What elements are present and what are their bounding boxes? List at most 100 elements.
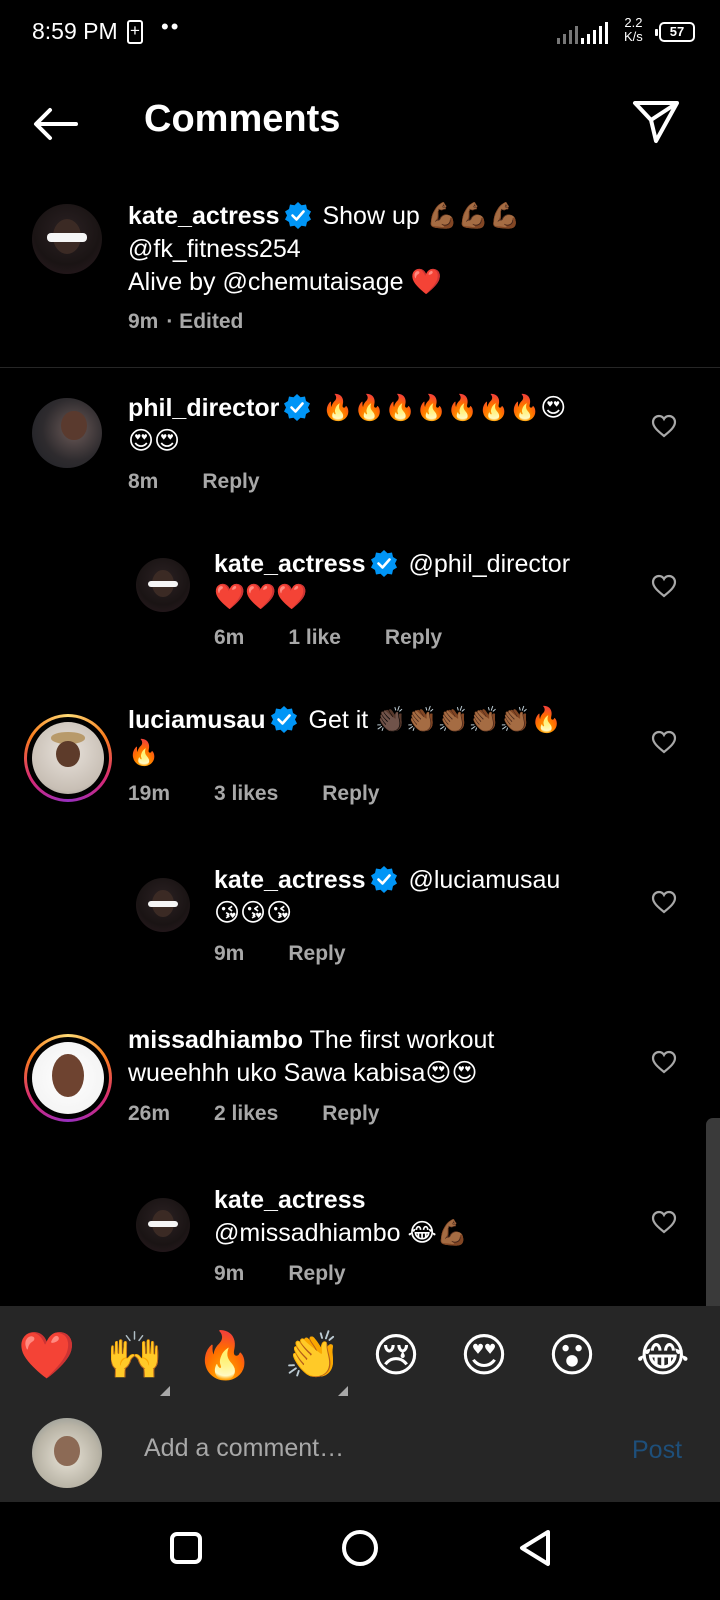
- caption-line2[interactable]: @fk_fitness254: [128, 235, 301, 263]
- avatar[interactable]: [32, 398, 102, 468]
- comment-username[interactable]: luciamusau: [128, 706, 266, 734]
- network-speed-unit: K/s: [624, 29, 643, 44]
- avatar[interactable]: [136, 878, 190, 932]
- comment-body-line2: wueehhh uko Sawa kabisa😍😍: [128, 1059, 478, 1087]
- emoji-surprised-button[interactable]: 😮: [548, 1328, 596, 1382]
- emoji-heart-button[interactable]: ❤️: [18, 1328, 75, 1382]
- avatar[interactable]: [32, 204, 102, 274]
- verified-badge-icon: [270, 706, 297, 733]
- recent-apps-icon[interactable]: [170, 1532, 202, 1564]
- avatar[interactable]: [32, 1042, 104, 1114]
- comment-username[interactable]: phil_director: [128, 394, 279, 422]
- caption-line1: Show up 💪🏾💪🏾💪🏾: [322, 202, 521, 230]
- status-time: 8:59 PM: [32, 18, 118, 44]
- home-icon[interactable]: [342, 1530, 378, 1566]
- reply-button[interactable]: Reply: [288, 1262, 345, 1286]
- comment-meta: 9m Reply: [214, 942, 346, 966]
- like-count[interactable]: 2 likes: [214, 1102, 278, 1126]
- comment-username[interactable]: kate_actress: [214, 866, 366, 894]
- signal-icon: [557, 22, 608, 44]
- post-caption: kate_actress Show up 💪🏾💪🏾💪🏾 @fk_fitness2…: [0, 190, 720, 368]
- reply-button[interactable]: Reply: [288, 942, 345, 966]
- comment-username[interactable]: kate_actress: [214, 550, 366, 578]
- paper-plane-icon[interactable]: [632, 98, 680, 144]
- reply-button[interactable]: Reply: [385, 626, 442, 650]
- comment-meta: 9m Reply: [214, 1262, 346, 1286]
- network-speed-value: 2.2: [624, 15, 643, 30]
- comment: phil_director 🔥🔥🔥🔥🔥🔥🔥😍 😍😍 8m Reply: [0, 368, 720, 518]
- header: Comments: [0, 64, 720, 184]
- comment-text: kate_actress @phil_director ❤️❤️❤️: [214, 548, 634, 614]
- comment-time: 26m: [128, 1102, 171, 1125]
- page-title: Comments: [144, 98, 341, 140]
- avatar[interactable]: [136, 1198, 190, 1252]
- comment-input[interactable]: Add a comment…: [144, 1434, 344, 1463]
- comment-composer: Add a comment… Post: [0, 1404, 720, 1502]
- comment-username[interactable]: missadhiambo: [128, 1026, 303, 1054]
- emoji-fire-button[interactable]: 🔥: [196, 1328, 253, 1382]
- like-count[interactable]: 1 like: [288, 626, 341, 650]
- comment-body: 🔥🔥🔥🔥🔥🔥🔥😍: [322, 394, 567, 422]
- skin-tone-indicator-icon: [160, 1386, 170, 1396]
- comment-text: phil_director 🔥🔥🔥🔥🔥🔥🔥😍 😍😍: [128, 392, 628, 458]
- like-heart-icon[interactable]: [651, 1050, 677, 1074]
- comment-time: 9m: [214, 942, 245, 965]
- like-heart-icon[interactable]: [651, 730, 677, 754]
- comment-meta: 6m 1 like Reply: [214, 626, 442, 650]
- comment-body: @phil_director: [408, 550, 571, 578]
- skin-tone-indicator-icon: [338, 1386, 348, 1396]
- caption-meta: 9m · Edited: [128, 310, 243, 334]
- comment-username[interactable]: kate_actress: [214, 1186, 366, 1214]
- avatar[interactable]: [32, 722, 104, 794]
- emoji-clap-button[interactable]: 👏: [284, 1328, 341, 1382]
- emoji-laughing-button[interactable]: 😂: [636, 1328, 690, 1382]
- like-heart-icon[interactable]: [651, 574, 677, 598]
- post-button[interactable]: Post: [632, 1436, 682, 1465]
- verified-badge-icon: [370, 866, 397, 893]
- battery-icon: 57: [655, 22, 695, 42]
- battery-saver-icon: [127, 19, 143, 44]
- scrollbar[interactable]: [706, 1118, 720, 1318]
- reply-button[interactable]: Reply: [322, 782, 379, 806]
- comment-text: kate_actress @luciamusau 😘😘😘: [214, 864, 634, 930]
- comment-body: Get it 👏🏿👏🏾👏🏾👏🏾👏🏾🔥: [308, 706, 562, 734]
- verified-badge-icon: [370, 550, 397, 577]
- nav-back-icon[interactable]: [516, 1528, 556, 1568]
- like-heart-icon[interactable]: [651, 1210, 677, 1234]
- comment-reply: kate_actress @luciamusau 😘😘😘 9m Reply: [0, 848, 720, 998]
- caption-username[interactable]: kate_actress: [128, 202, 280, 230]
- comment-text: missadhiambo The first workout wueehhh u…: [128, 1024, 628, 1090]
- reply-button[interactable]: Reply: [202, 470, 259, 494]
- emoji-heart-eyes-button[interactable]: 😍: [460, 1328, 508, 1382]
- status-bar: 8:59 PM •• 2.2 K/s 57: [0, 0, 720, 64]
- comment-time: 8m: [128, 470, 159, 493]
- notification-dots: ••: [161, 14, 181, 39]
- comment-text: kate_actress @missadhiambo 😂💪🏾: [214, 1184, 634, 1250]
- emoji-raised-hands-button[interactable]: 🙌: [106, 1328, 163, 1382]
- system-nav-bar: [0, 1502, 720, 1600]
- comment: missadhiambo The first workout wueehhh u…: [0, 1008, 720, 1158]
- comment-time: 19m: [128, 782, 171, 805]
- like-count[interactable]: 3 likes: [214, 782, 278, 806]
- reply-button[interactable]: Reply: [322, 1102, 379, 1126]
- comment-body: @luciamusau: [408, 866, 561, 894]
- comment-body: The first workout: [309, 1026, 495, 1054]
- verified-badge-icon: [284, 202, 311, 229]
- caption-edited: · Edited: [166, 310, 244, 333]
- quick-emoji-bar: ❤️ 🙌 🔥 👏 😢 😍 😮 😂: [0, 1306, 720, 1404]
- comment-reply: kate_actress @phil_director ❤️❤️❤️ 6m 1 …: [0, 528, 720, 678]
- back-arrow-icon[interactable]: [32, 106, 80, 142]
- comment-meta: 19m 3 likes Reply: [128, 782, 379, 806]
- avatar[interactable]: [136, 558, 190, 612]
- comment-body-line2: @missadhiambo 😂💪🏾: [214, 1219, 468, 1247]
- comment-meta: 8m Reply: [128, 470, 260, 494]
- emoji-crying-button[interactable]: 😢: [372, 1328, 420, 1382]
- network-speed: 2.2 K/s: [624, 16, 643, 44]
- like-heart-icon[interactable]: [651, 890, 677, 914]
- like-heart-icon[interactable]: [651, 414, 677, 438]
- caption-text: kate_actress Show up 💪🏾💪🏾💪🏾 @fk_fitness2…: [128, 200, 668, 299]
- comment-body-line2: 😘😘😘: [214, 899, 293, 927]
- comment: luciamusau Get it 👏🏿👏🏾👏🏾👏🏾👏🏾🔥 🔥 19m 3 li…: [0, 688, 720, 838]
- comment-time: 9m: [214, 1262, 245, 1285]
- caption-time: 9m: [128, 310, 159, 333]
